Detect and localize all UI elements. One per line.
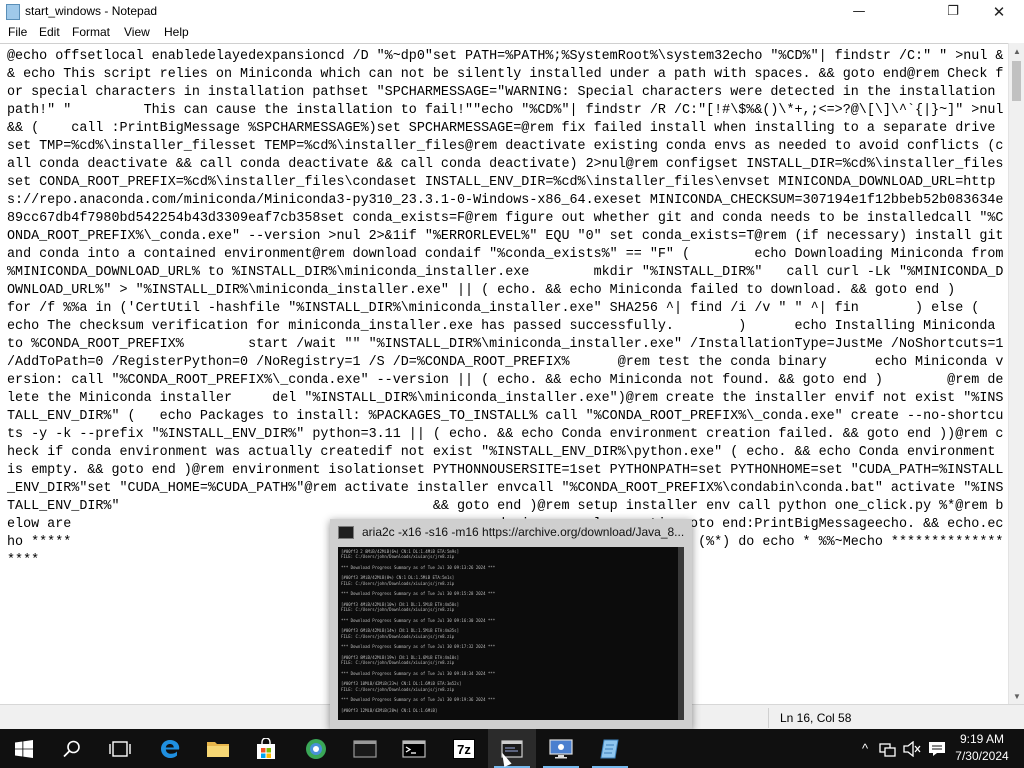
console-output: [#00ff3 2 8MiB/42MiB(6%) CN:1 DL:1.4MiB … bbox=[341, 549, 496, 713]
clock-date: 7/30/2024 bbox=[955, 749, 1009, 763]
7zip-taskbar-button[interactable]: 7z bbox=[440, 729, 488, 768]
menu-view[interactable]: View bbox=[124, 25, 150, 39]
vertical-scrollbar[interactable]: ▲ ▼ bbox=[1008, 43, 1024, 704]
start-button[interactable] bbox=[0, 729, 48, 768]
volume-muted-icon bbox=[903, 740, 921, 757]
taskbar-clock[interactable]: 9:19 AM 7/30/2024 bbox=[948, 731, 1016, 765]
edge-taskbar-button[interactable] bbox=[146, 729, 194, 768]
status-divider bbox=[768, 708, 769, 728]
terminal-icon bbox=[402, 739, 426, 758]
folder-icon bbox=[207, 741, 229, 757]
windows-logo-icon bbox=[15, 739, 33, 758]
action-center-icon bbox=[929, 741, 945, 756]
menu-bar: File Edit Format View Help bbox=[0, 23, 1024, 43]
edge-icon bbox=[161, 739, 180, 758]
restore-icon: ❐ bbox=[947, 4, 959, 19]
preview-header: aria2c -x16 -s16 -m16 https://archive.or… bbox=[330, 519, 692, 545]
menu-file[interactable]: File bbox=[8, 25, 27, 39]
aria2c-console-taskbar-button[interactable] bbox=[488, 729, 536, 768]
menu-format[interactable]: Format bbox=[72, 25, 110, 39]
scroll-up-icon[interactable]: ▲ bbox=[1009, 43, 1024, 59]
console-window-icon bbox=[338, 526, 354, 539]
taskbar-thumbnail-preview[interactable]: aria2c -x16 -s16 -m16 https://archive.or… bbox=[330, 519, 692, 729]
volume-button[interactable] bbox=[901, 729, 923, 768]
menu-help[interactable]: Help bbox=[164, 25, 189, 39]
file-explorer-taskbar-button[interactable] bbox=[194, 729, 242, 768]
store-taskbar-button[interactable] bbox=[242, 729, 290, 768]
notepad-taskbar-button[interactable] bbox=[586, 729, 634, 768]
notepad-icon bbox=[6, 4, 20, 20]
search-button[interactable] bbox=[48, 729, 96, 768]
notepad-icon bbox=[600, 739, 619, 758]
close-button[interactable]: ✕ bbox=[976, 0, 1022, 23]
network-button[interactable] bbox=[877, 729, 899, 768]
monitor-icon bbox=[549, 738, 573, 758]
svg-text:7z: 7z bbox=[457, 742, 471, 757]
globe-icon bbox=[306, 738, 326, 759]
app-window-taskbar-button[interactable] bbox=[341, 729, 389, 768]
7zip-icon: 7z bbox=[453, 738, 475, 759]
console-thumbnail[interactable]: [#00ff3 2 8MiB/42MiB(6%) CN:1 DL:1.4MiB … bbox=[338, 547, 684, 720]
menu-edit[interactable]: Edit bbox=[39, 25, 60, 39]
cursor-position: Ln 16, Col 58 bbox=[780, 711, 852, 725]
network-icon bbox=[879, 742, 896, 757]
scroll-thumb[interactable] bbox=[1012, 61, 1021, 101]
minimize-icon: — bbox=[852, 4, 866, 19]
browser-taskbar-button[interactable] bbox=[292, 729, 340, 768]
task-view-button[interactable] bbox=[96, 729, 144, 768]
search-icon bbox=[63, 740, 80, 757]
editor-content[interactable]: @echo offsetlocal enabledelayedexpansion… bbox=[0, 44, 1008, 570]
console-scrollbar bbox=[678, 547, 684, 720]
minimize-button[interactable]: — bbox=[836, 0, 882, 23]
task-view-icon bbox=[109, 740, 131, 757]
command-prompt-taskbar-button[interactable] bbox=[390, 729, 438, 768]
chevron-up-icon: ^ bbox=[861, 741, 869, 756]
scroll-down-icon[interactable]: ▼ bbox=[1009, 688, 1024, 704]
close-icon: ✕ bbox=[992, 2, 1006, 21]
preview-title: aria2c -x16 -s16 -m16 https://archive.or… bbox=[362, 525, 685, 539]
action-center-button[interactable] bbox=[925, 729, 949, 768]
store-icon bbox=[257, 737, 275, 759]
window-title: start_windows - Notepad bbox=[25, 4, 158, 18]
title-bar[interactable]: start_windows - Notepad — ❐ ✕ bbox=[0, 0, 1024, 23]
show-hidden-icons-button[interactable]: ^ bbox=[856, 729, 874, 768]
taskbar: 7z ^ 9:19 AM 7/30/2024 bbox=[0, 729, 1024, 768]
remote-desktop-taskbar-button[interactable] bbox=[537, 729, 585, 768]
clock-time: 9:19 AM bbox=[959, 732, 1005, 746]
window-icon bbox=[353, 739, 377, 758]
maximize-button[interactable]: ❐ bbox=[930, 0, 976, 23]
